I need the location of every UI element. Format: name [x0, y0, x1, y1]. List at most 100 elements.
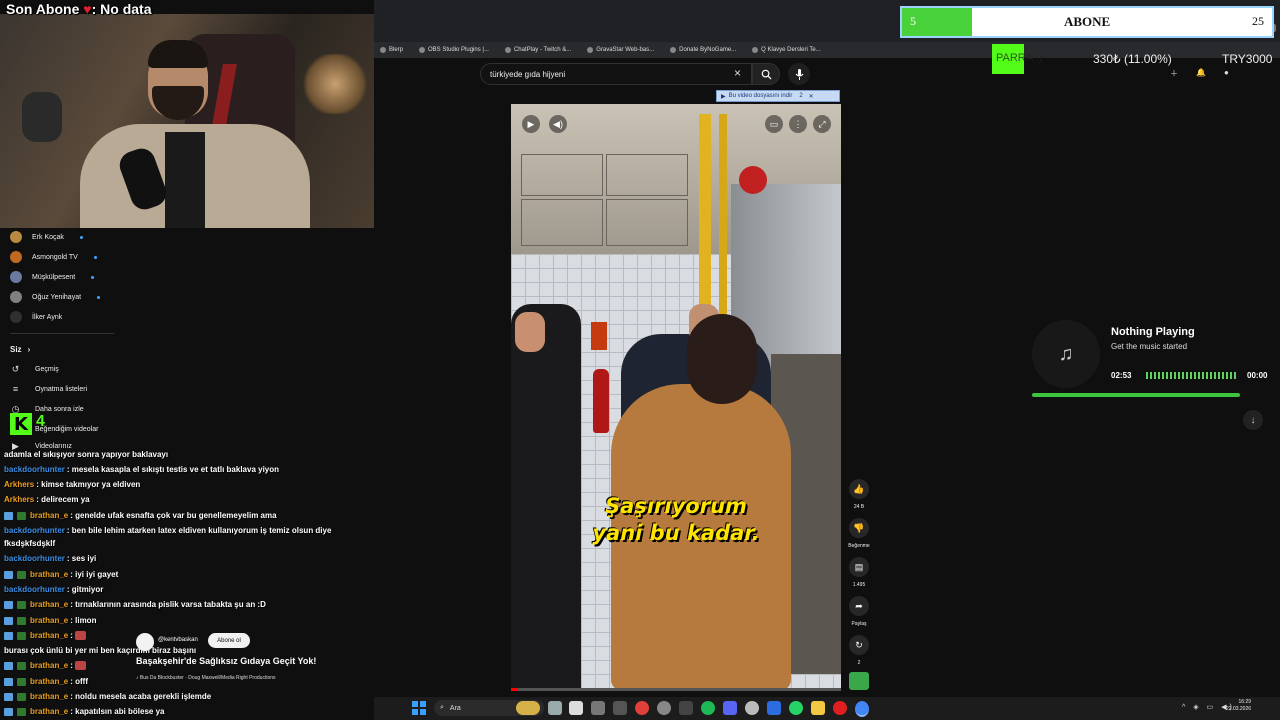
sidebar-subscription[interactable]: Asmongold TV	[10, 250, 97, 264]
app-icon[interactable]	[635, 701, 649, 715]
thumbs-up-icon[interactable]: 👍	[849, 479, 869, 499]
spotify-icon[interactable]	[701, 701, 715, 715]
search-button[interactable]	[752, 63, 780, 85]
settings-icon[interactable]	[745, 701, 759, 715]
create-icon[interactable]: ＋	[1170, 68, 1178, 79]
clear-icon[interactable]: ×	[734, 66, 741, 80]
chat-message: burası çok ünlü bi yer mi ben kaçırdım b…	[4, 646, 196, 655]
chat-message: fksdşkfsdşklf	[4, 539, 55, 548]
voice-search-button[interactable]	[788, 63, 810, 85]
heart-icon: ♥	[83, 1, 92, 17]
video-woman-hair	[687, 314, 757, 404]
channel-name[interactable]: @kentvbaskan	[158, 637, 198, 643]
app-icon[interactable]	[657, 701, 671, 715]
close-icon[interactable]: ✕	[809, 93, 814, 100]
bell-icon[interactable]: 🔔	[1196, 68, 1206, 79]
chat-username[interactable]: brathan_e	[30, 511, 68, 520]
app-icon[interactable]	[591, 701, 605, 715]
chat-username[interactable]: brathan_e	[30, 661, 68, 670]
chat-username[interactable]: brathan_e	[30, 631, 68, 640]
remix-icon[interactable]: ↻	[849, 635, 869, 655]
app-icon[interactable]	[679, 701, 693, 715]
remix-count: 2	[857, 660, 861, 666]
chat-username[interactable]: brathan_e	[30, 707, 68, 716]
chat-username[interactable]: backdoorhunter	[4, 526, 65, 535]
share-icon[interactable]: ➦	[849, 596, 869, 616]
fullscreen-icon[interactable]: ⤢	[813, 115, 831, 133]
sidebar-item-playlists[interactable]: ≡ Oynatma listeleri	[10, 382, 87, 396]
chat-username[interactable]: backdoorhunter	[4, 585, 65, 594]
bookmark-item[interactable]: OBS Studio Plugins |...	[419, 47, 489, 53]
moderator-badge-icon	[17, 511, 26, 520]
subscriber-badge-icon	[4, 511, 13, 520]
moderator-badge-icon	[17, 570, 26, 579]
donation-goal-target: TRY3000	[1222, 52, 1273, 66]
app-icon[interactable]	[613, 701, 627, 715]
play-icon[interactable]: ▶	[522, 115, 540, 133]
chat-username[interactable]: brathan_e	[30, 600, 68, 609]
app-icon[interactable]	[767, 701, 781, 715]
task-view-icon[interactable]	[548, 701, 562, 715]
youtube-header-icons: ＋ 🔔 ●	[1170, 68, 1229, 79]
chat-text: : noldu mesela acaba gerekli işlemde	[70, 692, 212, 701]
playlist-icon: ≡	[12, 384, 19, 394]
chat-username[interactable]: backdoorhunter	[4, 465, 65, 474]
subscription-name: Erk Koçak	[32, 233, 64, 241]
notepad-icon[interactable]	[569, 701, 583, 715]
subscriber-badge-icon	[4, 707, 13, 716]
sidebar-item-history[interactable]: ↺ Geçmiş	[10, 362, 59, 376]
bookmark-item[interactable]: Donate ByNoGame...	[670, 47, 736, 53]
chat-username[interactable]: brathan_e	[30, 677, 68, 686]
like-action[interactable]: 👍 24 B	[848, 479, 870, 510]
subscriber-badge-icon	[4, 616, 13, 625]
subscriber-badge-icon	[4, 600, 13, 609]
comments-action[interactable]: ▤ 1.495	[848, 557, 870, 588]
discord-icon[interactable]	[723, 701, 737, 715]
whatsapp-icon[interactable]	[789, 701, 803, 715]
video-progress-bar[interactable]	[511, 688, 841, 691]
bookmark-item[interactable]: ChatPlay - Twitch &...	[504, 47, 571, 53]
account-avatar-icon[interactable]: ●	[1224, 68, 1229, 79]
taskbar-clock[interactable]: 16:29 22.03.2026	[1226, 699, 1251, 713]
folder-icon[interactable]	[811, 701, 825, 715]
sidebar-subscription[interactable]: Erk Koçak	[10, 230, 83, 244]
download-video-banner[interactable]: ▶ Bu video dosyasını indir 2 ✕	[716, 90, 840, 102]
chat-text: :	[70, 631, 73, 640]
channel-avatar[interactable]	[136, 633, 154, 651]
sidebar-subscription[interactable]: Müşkülpesent	[10, 270, 95, 284]
moderator-badge-icon	[17, 677, 26, 686]
sidebar-subscription[interactable]: Oğuz Yenihayat	[10, 290, 101, 304]
thumbs-down-icon[interactable]: 👎	[849, 518, 869, 538]
captions-icon[interactable]: ▭	[765, 115, 783, 133]
arrow-down-icon[interactable]: ↓	[1243, 410, 1263, 430]
taskbar-widget-icon[interactable]	[516, 701, 540, 715]
sound-thumbnail[interactable]	[849, 672, 869, 690]
comment-icon[interactable]: ▤	[849, 557, 869, 577]
shorts-video-player[interactable]: Şaşırıyorum yani bu kadar. ▶ ◀) ▭ ⋮ ⤢	[511, 104, 841, 690]
chat-username[interactable]: brathan_e	[30, 570, 68, 579]
sidebar-you-header[interactable]: Siz ›	[10, 342, 30, 356]
bookmark-item[interactable]: Q Klavye Dersleri Te...	[752, 47, 821, 53]
search-query: türkiyede gıda hijyeni	[490, 69, 566, 79]
chat-username[interactable]: Arkhers	[4, 480, 34, 489]
subscribe-button[interactable]: Abone ol	[208, 633, 250, 648]
chat-username[interactable]: backdoorhunter	[4, 554, 65, 563]
chat-username[interactable]: brathan_e	[30, 616, 68, 625]
chat-username[interactable]: brathan_e	[30, 692, 68, 701]
opera-icon[interactable]	[833, 701, 847, 715]
chrome-icon[interactable]	[855, 701, 869, 717]
more-options-icon[interactable]: ⋮	[789, 115, 807, 133]
share-action[interactable]: ➦ Paylaş	[848, 596, 870, 627]
sidebar-subscription[interactable]: İlker Aynk	[10, 310, 62, 324]
windows-start-icon[interactable]	[412, 701, 426, 715]
remix-action[interactable]: ↻ 2	[848, 635, 870, 666]
dislike-action[interactable]: 👎 Beğenme	[848, 518, 870, 549]
donation-goal-label: PARRA :)	[996, 52, 1043, 64]
volume-icon[interactable]: ◀)	[549, 115, 567, 133]
search-input[interactable]: türkiyede gıda hijyeni	[480, 63, 752, 85]
chat-username[interactable]: Arkhers	[4, 495, 34, 504]
short-music[interactable]: ♪ Bus Da Blockbuster · Doug Maxwell/Medi…	[136, 675, 276, 681]
short-title[interactable]: Başakşehir'de Sağlıksız Gıdaya Geçit Yok…	[136, 656, 316, 666]
bookmark-item[interactable]: Blerp	[380, 47, 403, 53]
bookmark-item[interactable]: GravaStar Web-bas...	[587, 47, 654, 53]
